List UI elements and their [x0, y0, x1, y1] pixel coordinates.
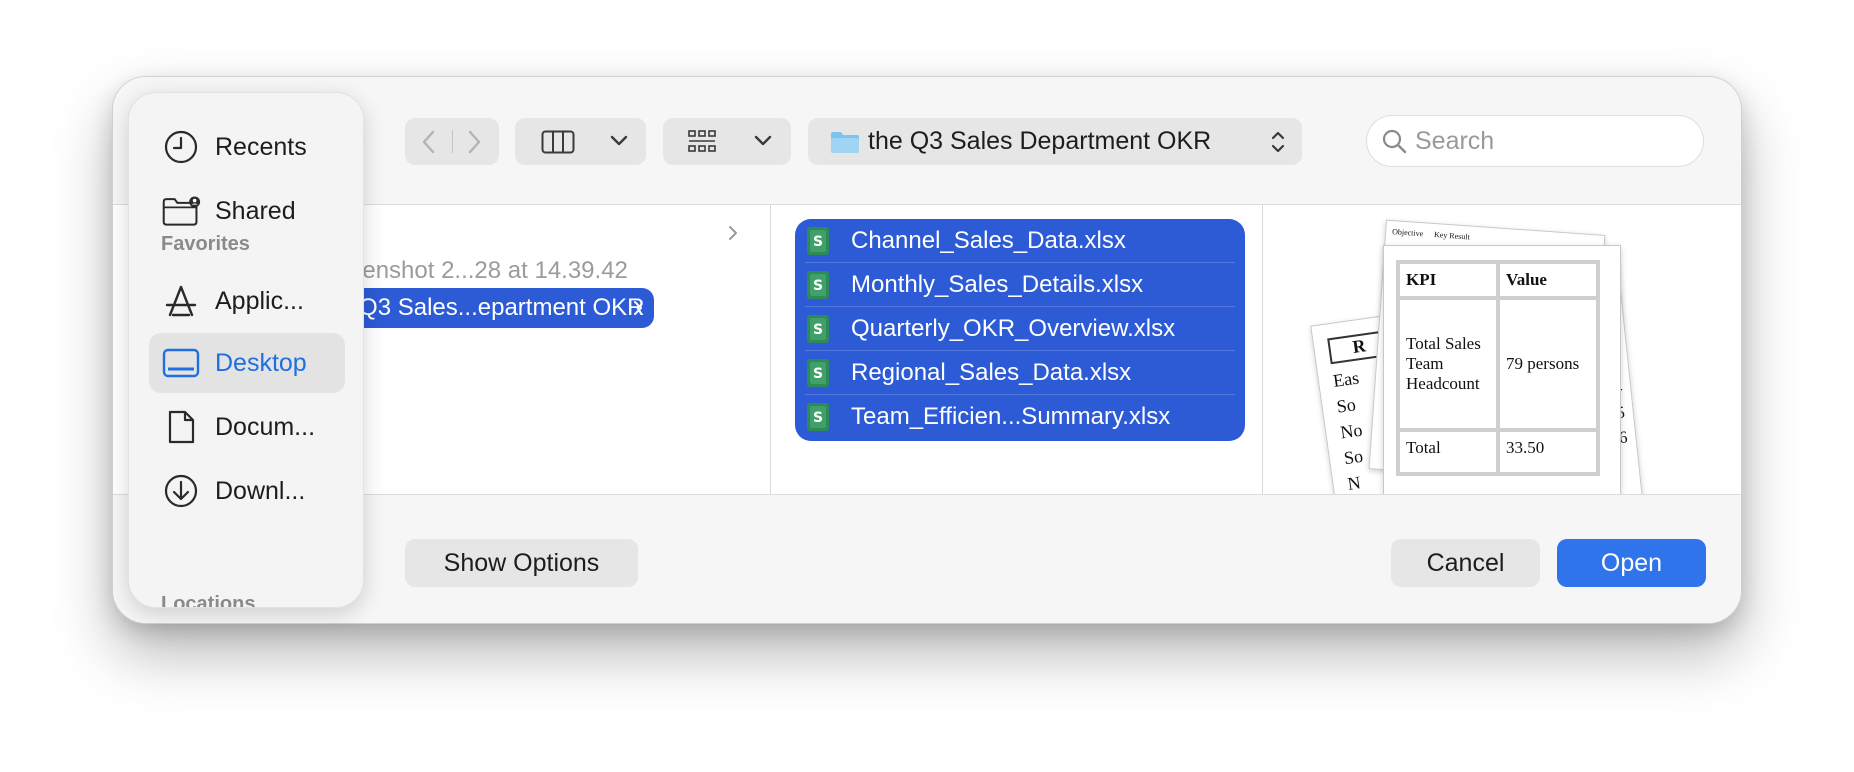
- desktop-icon: [161, 343, 201, 383]
- kpi-cell: Total: [1400, 432, 1496, 472]
- value-cell: 79 persons: [1500, 300, 1596, 428]
- download-icon: [161, 471, 201, 511]
- kpi-cell: Total Sales Team Headcount: [1400, 300, 1496, 428]
- sidebar-item-recents[interactable]: Recents: [149, 117, 345, 177]
- up-down-chevron-icon: [1271, 131, 1285, 153]
- svg-text:S: S: [813, 366, 823, 382]
- sidebar-item-desktop[interactable]: Desktop: [149, 333, 345, 393]
- applications-icon: [161, 281, 201, 321]
- path-label: the Q3 Sales Department OKR: [868, 127, 1212, 155]
- spreadsheet-icon: S: [807, 358, 829, 387]
- search-field[interactable]: [1366, 115, 1704, 167]
- favorites-heading: Favorites: [161, 233, 250, 255]
- view-mode-button[interactable]: [515, 118, 646, 165]
- document-icon: [161, 407, 201, 447]
- clock-icon: [161, 127, 201, 167]
- svg-text:S: S: [813, 322, 823, 338]
- chevron-right-icon: [634, 301, 642, 315]
- nav-divider: [452, 130, 453, 153]
- browser-column-2: S Channel_Sales_Data.xlsx S Monthly_Sale…: [771, 205, 1263, 494]
- file-selection: S Channel_Sales_Data.xlsx S Monthly_Sale…: [795, 219, 1245, 441]
- preview-column[interactable]: R Eas So No So N Objective Key Result ng…: [1263, 205, 1741, 494]
- sidebar-item-applications[interactable]: Applic...: [149, 271, 345, 331]
- file-row[interactable]: S Monthly_Sales_Details.xlsx: [805, 263, 1235, 307]
- grid-group-icon: [688, 130, 716, 152]
- spreadsheet-icon: S: [807, 403, 829, 431]
- folder-icon: [831, 131, 859, 153]
- value-header: Value: [1500, 264, 1596, 296]
- navigation-buttons: [405, 118, 499, 165]
- kpi-header: KPI: [1400, 264, 1496, 296]
- search-icon: [1382, 129, 1407, 154]
- show-options-button[interactable]: Show Options: [405, 539, 638, 587]
- sidebar-item-shared[interactable]: Shared: [149, 181, 345, 241]
- locations-heading: Locations: [161, 593, 256, 608]
- chevron-right-icon: [468, 130, 481, 154]
- file-row[interactable]: S Team_Efficien...Summary.xlsx: [805, 395, 1235, 439]
- path-popup-button[interactable]: the Q3 Sales Department OKR: [808, 118, 1302, 165]
- spreadsheet-icon: S: [807, 314, 829, 343]
- spreadsheet-icon: S: [807, 270, 829, 299]
- sidebar-item-downloads[interactable]: Downl...: [149, 461, 345, 521]
- search-input[interactable]: [1415, 126, 1685, 156]
- group-by-button[interactable]: [663, 118, 791, 165]
- value-cell: 33.50: [1500, 432, 1596, 472]
- cancel-button[interactable]: Cancel: [1391, 539, 1540, 587]
- forward-button[interactable]: [464, 129, 484, 160]
- kpi-table: KPI Value Total Sales Team Headcount 79 …: [1396, 260, 1600, 476]
- chevron-down-icon: [610, 135, 628, 146]
- svg-text:S: S: [813, 278, 823, 294]
- preview-sheet-front: KPI Value Total Sales Team Headcount 79 …: [1383, 245, 1621, 494]
- open-button[interactable]: Open: [1557, 539, 1706, 587]
- file-row[interactable]: S Quarterly_OKR_Overview.xlsx: [805, 307, 1235, 351]
- preview-row-labels: Eas So No So N: [1331, 367, 1365, 494]
- file-row[interactable]: S Regional_Sales_Data.xlsx: [805, 351, 1235, 395]
- back-button[interactable]: [419, 129, 439, 160]
- preview-cell: Objective: [1391, 227, 1424, 239]
- svg-text:S: S: [813, 410, 823, 426]
- spreadsheet-icon: S: [807, 226, 829, 255]
- file-row[interactable]: S Channel_Sales_Data.xlsx: [805, 219, 1235, 263]
- chevron-right-icon: [729, 226, 737, 240]
- svg-text:S: S: [813, 234, 823, 250]
- column-view-icon: [541, 130, 575, 154]
- preview-cell: Key Result: [1433, 230, 1471, 242]
- shared-folder-icon: [161, 191, 201, 231]
- chevron-left-icon: [422, 130, 435, 154]
- column-row-selected-folder[interactable]: the Q3 Sales...epartment OKR: [313, 288, 654, 328]
- sidebar-item-documents[interactable]: Docum...: [149, 397, 345, 457]
- chevron-down-icon: [754, 135, 772, 146]
- sidebar: Recents Shared Favorites Applic... Deskt…: [128, 92, 364, 608]
